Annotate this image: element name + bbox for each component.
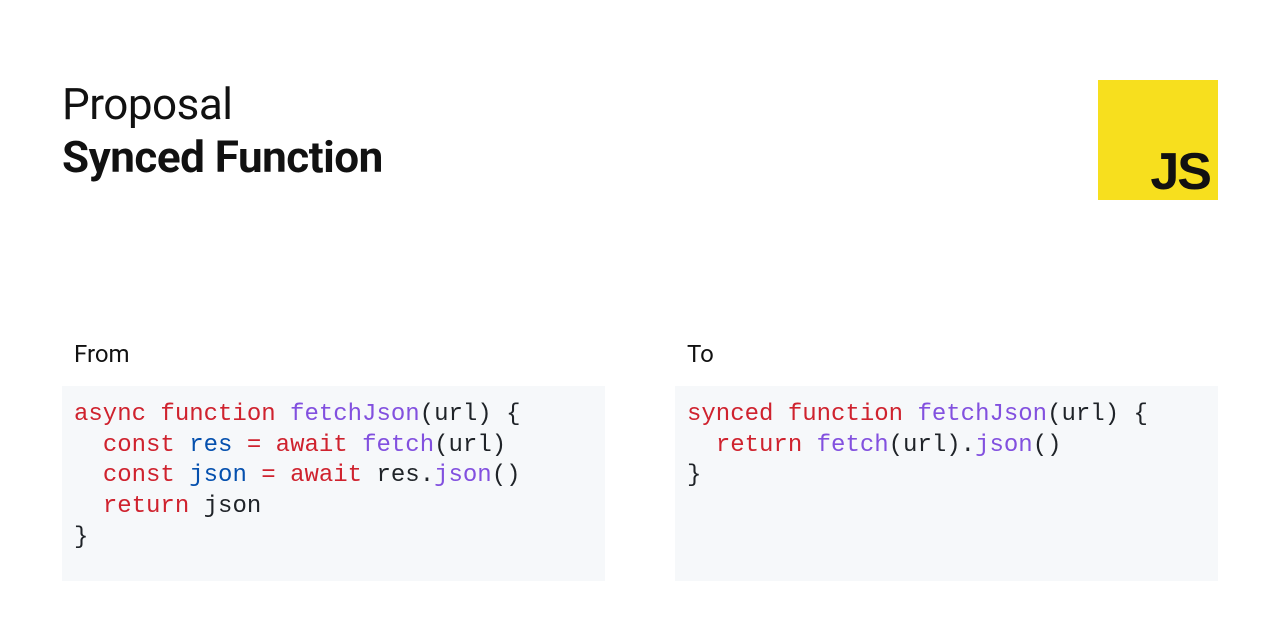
code-token — [146, 401, 160, 428]
code-token: = — [247, 432, 261, 459]
code-token: fetch — [817, 432, 889, 459]
code-token: res — [189, 432, 232, 459]
code-token — [247, 462, 261, 489]
code-token: await — [290, 462, 362, 489]
code-token: fetch — [362, 432, 434, 459]
page: Proposal Synced Function JS From async f… — [0, 0, 1280, 640]
code-token: (url). — [889, 432, 975, 459]
code-token: await — [276, 432, 348, 459]
to-code-block: synced function fetchJson(url) { return … — [675, 386, 1218, 581]
title-block: Proposal Synced Function — [62, 80, 383, 183]
code-token: const — [103, 432, 175, 459]
code-token: json — [434, 462, 492, 489]
code-token: = — [261, 462, 275, 489]
js-logo-icon: JS — [1098, 80, 1218, 200]
code-token — [261, 432, 275, 459]
code-token — [348, 432, 362, 459]
page-title: Synced Function — [62, 132, 383, 183]
code-token — [773, 401, 787, 428]
code-token — [232, 432, 246, 459]
code-token: return — [716, 432, 802, 459]
code-token: () — [1033, 432, 1062, 459]
eyebrow-text: Proposal — [62, 80, 383, 128]
code-token: (url) { — [420, 401, 521, 428]
code-token: } — [74, 524, 88, 551]
code-token — [903, 401, 917, 428]
code-token: function — [160, 401, 275, 428]
to-label: To — [675, 340, 1218, 368]
code-token: const — [103, 462, 175, 489]
code-token: (url) — [434, 432, 506, 459]
code-token — [276, 401, 290, 428]
js-logo-text: JS — [1150, 142, 1210, 202]
code-token: json — [975, 432, 1033, 459]
code-token — [74, 462, 103, 489]
code-token — [802, 432, 816, 459]
code-token: json — [189, 462, 247, 489]
code-token — [175, 462, 189, 489]
code-token — [175, 432, 189, 459]
code-token: (url) { — [1047, 401, 1148, 428]
code-token — [276, 462, 290, 489]
code-token: fetchJson — [290, 401, 420, 428]
comparison-columns: From async function fetchJson(url) { con… — [62, 340, 1218, 581]
code-token: fetchJson — [917, 401, 1047, 428]
code-token — [687, 432, 716, 459]
code-token: json — [189, 493, 261, 520]
from-code-block: async function fetchJson(url) { const re… — [62, 386, 605, 581]
to-column: To synced function fetchJson(url) { retu… — [675, 340, 1218, 581]
code-token: function — [788, 401, 903, 428]
from-column: From async function fetchJson(url) { con… — [62, 340, 605, 581]
code-token: async — [74, 401, 146, 428]
code-token: return — [103, 493, 189, 520]
code-token: synced — [687, 401, 773, 428]
code-token — [74, 493, 103, 520]
from-label: From — [62, 340, 605, 368]
code-token — [74, 432, 103, 459]
code-token: () — [492, 462, 521, 489]
header: Proposal Synced Function JS — [62, 80, 1218, 200]
code-token: } — [687, 462, 701, 489]
code-token: res. — [362, 462, 434, 489]
